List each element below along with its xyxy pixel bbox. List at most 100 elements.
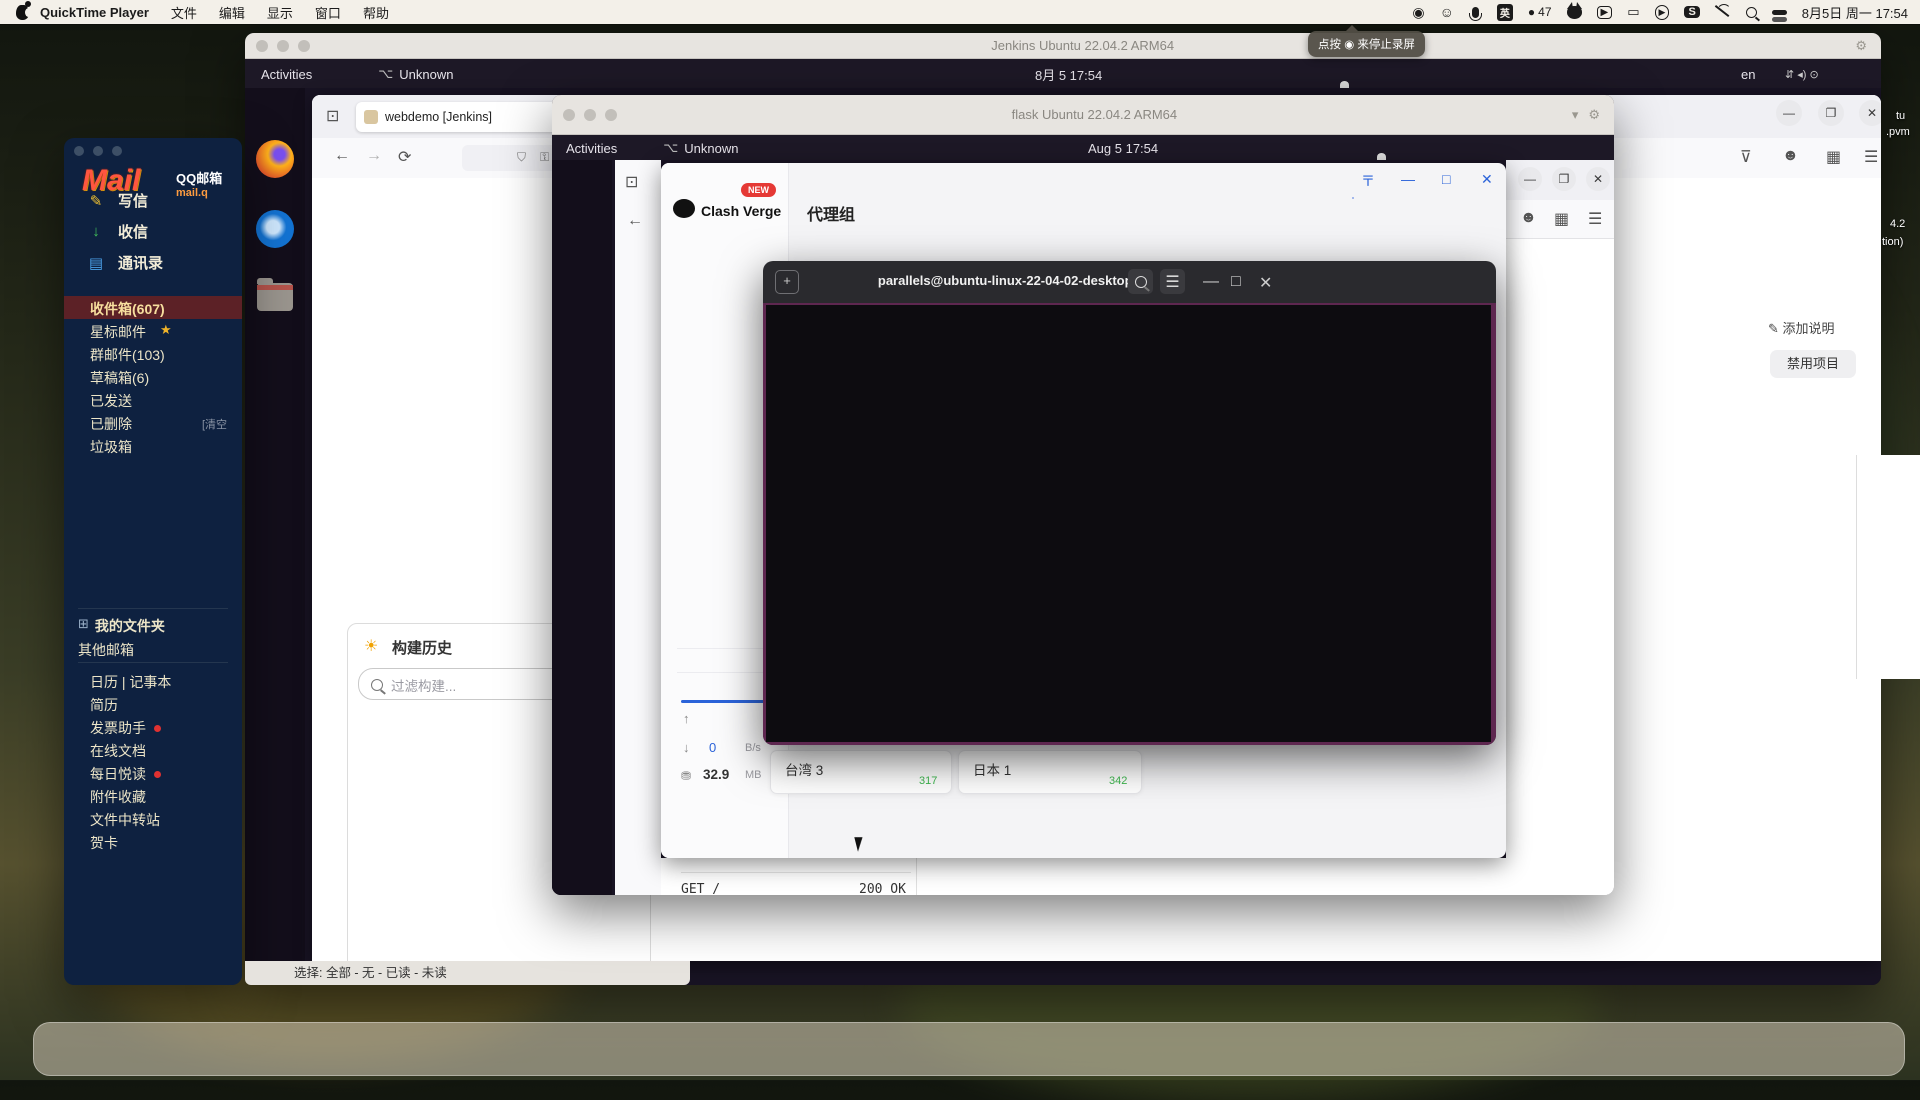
minimize-icon[interactable]: — (1401, 171, 1415, 187)
qq-tool-4[interactable]: 附件收藏 (90, 787, 146, 807)
record-icon[interactable]: ◉ (1412, 4, 1424, 21)
terminal-content[interactable] (763, 303, 1496, 745)
box-play-icon[interactable]: ▶ (1597, 6, 1613, 19)
qq-tool-2[interactable]: 在线文档 (90, 741, 146, 761)
tab-overview-icon[interactable]: ⊡ (326, 106, 339, 126)
menu-bar-clock[interactable]: 8月5日 周一 17:54 (1802, 3, 1908, 22)
thunderbird-icon[interactable] (254, 208, 296, 250)
play-circle-icon[interactable]: ▶ (1655, 5, 1670, 20)
qq-tool-0[interactable]: 简历 (90, 695, 118, 715)
qq-select-bar[interactable]: 选择: 全部 - 无 - 已读 - 未读 (294, 966, 447, 980)
menu-item-帮助[interactable]: 帮助 (363, 3, 389, 22)
forward-icon[interactable]: → (366, 147, 382, 165)
plus-box-icon[interactable]: ⊞ (78, 616, 89, 636)
jenkins-vm-titlebar[interactable]: Jenkins Ubuntu 22.04.2 ARM64 ⚙ (245, 33, 1881, 59)
minimize-icon[interactable]: — (1776, 100, 1802, 126)
close-icon[interactable]: ✕ (1859, 100, 1881, 126)
desktop-icon-label[interactable]: 4.2 (1890, 218, 1905, 230)
qq-calendar-notes[interactable]: 日历 | 记事本 (90, 672, 171, 692)
gear-icon[interactable]: ⚙ (1855, 38, 1867, 54)
disable-project-button[interactable]: 禁用项目 (1770, 350, 1856, 378)
firefox-icon[interactable] (254, 138, 296, 180)
jenkins-vm-clock[interactable]: 8月 5 17:54 (1035, 65, 1102, 84)
keyboard-layout[interactable]: en (1741, 67, 1755, 82)
qq-folder2-1[interactable]: 其他邮箱 (78, 640, 134, 660)
shield-icon[interactable]: ⛉ (517, 150, 526, 165)
maximize-icon[interactable]: ❐ (1818, 100, 1844, 126)
window-traffic-lights[interactable] (256, 40, 310, 52)
qq-tool-3[interactable]: 每日悦读 (90, 764, 161, 784)
control-center-icon[interactable] (1772, 10, 1787, 15)
activities-button[interactable]: Activities (566, 141, 617, 156)
close-icon[interactable]: ✕ (1481, 171, 1493, 188)
window-traffic-lights[interactable] (563, 109, 617, 121)
reload-icon[interactable]: ⟳ (398, 147, 411, 167)
qq-folder-inbox-active[interactable]: 收件箱(607) (64, 296, 242, 319)
activities-button[interactable]: Activities (261, 67, 312, 82)
back-icon[interactable]: ← (627, 212, 643, 230)
desktop-icon-label[interactable]: .pvm (1886, 126, 1910, 138)
qq-folder-1[interactable]: 星标邮件★ (64, 319, 242, 342)
stop-recording-tooltip[interactable]: 点按 ◉ 来停止录屏 (1308, 31, 1425, 57)
proxy-group-card[interactable]: 日本 1 342 (958, 750, 1142, 794)
qq-action-compose[interactable]: ✎写信 (88, 190, 148, 211)
qq-tool-5[interactable]: 文件中转站 (90, 810, 160, 830)
qq-action-receive[interactable]: ↓收信 (88, 221, 148, 242)
pocket-icon[interactable]: ⊽ (1740, 147, 1752, 167)
search-icon[interactable] (1128, 269, 1153, 294)
flask-vm-window[interactable]: flask Ubuntu 22.04.2 ARM64 ▾ ⚙ Activitie… (552, 95, 1614, 895)
new-tab-button[interactable]: + (775, 270, 799, 294)
mode-switch[interactable] (1352, 197, 1354, 199)
menu-icon[interactable]: ☰ (1588, 209, 1602, 229)
extensions-icon[interactable]: ▦ (1826, 147, 1841, 167)
qq-mail-window[interactable]: Mail QQ邮箱 mail.q ✎写信↓收信▤通讯录 收件箱(607)星标邮件… (64, 138, 242, 985)
close-icon[interactable]: ✕ (1586, 167, 1610, 191)
menu-item-编辑[interactable]: 编辑 (219, 3, 245, 22)
face-icon[interactable]: ☺ (1440, 4, 1454, 20)
add-description-link[interactable]: ✎ 添加说明 (1768, 318, 1835, 337)
tab-overview-icon[interactable]: ⊡ (625, 172, 638, 192)
account-icon[interactable]: ☻ (1520, 209, 1537, 227)
minimize-icon[interactable]: — (1203, 273, 1219, 291)
qq-folder-6[interactable]: 垃圾箱 (64, 434, 242, 457)
input-language-icon[interactable]: 英 (1497, 4, 1513, 21)
app-menu-title[interactable]: QuickTime Player (40, 5, 149, 20)
qq-folder-3[interactable]: 草稿箱(6) (64, 365, 242, 388)
flask-vm-titlebar[interactable]: flask Ubuntu 22.04.2 ARM64 ▾ ⚙ (552, 95, 1614, 135)
maximize-icon[interactable]: ❐ (1552, 167, 1576, 191)
chevron-down-icon[interactable]: ▾ (1572, 107, 1579, 123)
menu-item-窗口[interactable]: 窗口 (315, 3, 341, 22)
wechat-icon[interactable]: ●47 (1528, 5, 1552, 19)
qq-action-contacts[interactable]: ▤通讯录 (88, 252, 163, 273)
s-app-icon[interactable]: S (1684, 6, 1699, 18)
pin-icon[interactable]: 〒 (1361, 171, 1375, 191)
qq-tool-1[interactable]: 发票助手 (90, 718, 161, 738)
window-traffic-lights[interactable] (74, 146, 242, 156)
apple-menu-icon[interactable] (16, 5, 29, 20)
ubuntu-dock[interactable] (245, 88, 305, 985)
gear-icon[interactable]: ⚙ (1588, 107, 1600, 123)
wifi-off-icon[interactable] (1715, 6, 1731, 18)
qq-folder2-0[interactable]: ⊞我的文件夹 (78, 616, 165, 636)
tab-webdemo-jenkins[interactable]: webdemo [Jenkins] ✕ (356, 102, 572, 132)
menu-item-显示[interactable]: 显示 (267, 3, 293, 22)
back-icon[interactable]: ← (334, 147, 350, 165)
terminal-titlebar[interactable]: + parallels@ubuntu-linux-22-04-02-deskto… (763, 261, 1496, 303)
qq-folder-4[interactable]: 已发送 (64, 388, 242, 411)
account-icon[interactable]: ☻ (1782, 147, 1799, 165)
files-icon[interactable] (254, 276, 296, 318)
extensions-icon[interactable]: ▦ (1554, 209, 1569, 229)
request-list[interactable]: GET / 200 OK GET /static/images/testing.… (681, 858, 916, 895)
menu-icon[interactable]: ☰ (1160, 269, 1185, 294)
desktop-icon-label[interactable]: tion) (1882, 236, 1903, 248)
qq-tool-6[interactable]: 贺卡 (90, 833, 118, 853)
mic-icon[interactable] (1472, 7, 1479, 18)
maximize-icon[interactable]: □ (1231, 273, 1241, 291)
cat-proxy-icon[interactable] (1567, 6, 1582, 19)
close-icon[interactable]: ✕ (1259, 273, 1272, 293)
desktop-icon-label[interactable]: tu (1896, 110, 1905, 122)
qq-folder-extra[interactable]: [清空 (202, 416, 227, 432)
display-mirroring-icon[interactable]: ▭ (1627, 4, 1639, 20)
maximize-icon[interactable]: □ (1442, 171, 1450, 187)
rhythmbox-icon[interactable] (254, 334, 296, 376)
